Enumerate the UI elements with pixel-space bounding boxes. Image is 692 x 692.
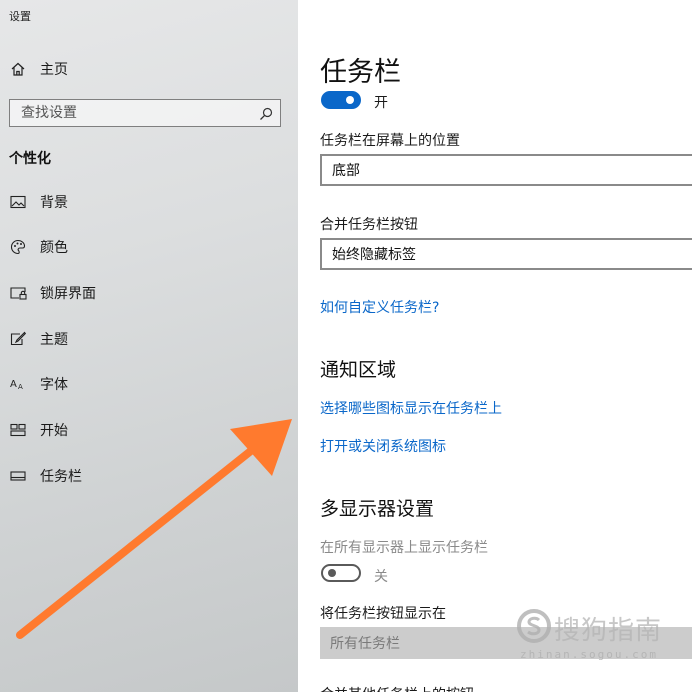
toggle-knob (346, 96, 354, 104)
start-icon (9, 421, 27, 439)
sidebar-item-label: 字体 (40, 377, 68, 393)
sidebar-item-start[interactable]: 开始 (0, 412, 298, 448)
select-icons-link[interactable]: 选择哪些图标显示在任务栏上 (320, 398, 502, 418)
sidebar-item-label: 开始 (40, 423, 68, 439)
sidebar-item-label: 锁屏界面 (40, 286, 96, 302)
main-content: 任务栏 开 任务栏在屏幕上的位置 底部 合并任务栏按钮 始终隐藏标签 如何自定义… (298, 0, 692, 692)
svg-text:A: A (18, 383, 23, 391)
nav-home-label: 主页 (40, 62, 68, 78)
lock-screen-icon (9, 284, 27, 302)
sidebar-item-label: 颜色 (40, 240, 68, 256)
search-icon[interactable] (259, 106, 273, 125)
notification-heading: 通知区域 (320, 359, 397, 381)
toggle-knob (328, 569, 336, 577)
theme-icon (9, 330, 27, 348)
customize-taskbar-link[interactable]: 如何自定义任务栏? (320, 297, 439, 317)
combine-dropdown[interactable]: 始终隐藏标签 (320, 238, 692, 270)
sidebar-item-label: 背景 (40, 195, 68, 211)
combine-value: 始终隐藏标签 (332, 247, 416, 263)
section-title: 个性化 (9, 151, 51, 167)
lock-taskbar-state: 开 (374, 95, 388, 111)
font-icon: AA (9, 375, 27, 393)
search-input[interactable] (10, 100, 261, 126)
position-dropdown[interactable]: 底部 (320, 154, 692, 186)
sidebar-item-background[interactable]: 背景 (0, 184, 298, 220)
combine-label: 合并任务栏按钮 (320, 217, 418, 233)
page-title: 任务栏 (320, 57, 401, 88)
buttons-show-value: 所有任务栏 (330, 636, 400, 652)
show-all-displays-toggle[interactable] (321, 564, 361, 582)
nav-home[interactable]: 主页 (0, 51, 298, 87)
buttons-show-dropdown[interactable]: 所有任务栏 (320, 627, 692, 659)
lock-taskbar-toggle[interactable] (321, 91, 361, 109)
multi-display-heading: 多显示器设置 (320, 498, 435, 520)
picture-icon (9, 193, 27, 211)
show-all-displays-label: 在所有显示器上显示任务栏 (320, 540, 488, 556)
sidebar-item-taskbar[interactable]: 任务栏 (0, 458, 298, 494)
sidebar: 设置 主页 个性化 背景 颜色 锁屏界面 主题 (0, 0, 298, 692)
show-all-displays-state: 关 (374, 569, 388, 585)
home-icon (9, 60, 27, 78)
svg-text:A: A (10, 379, 17, 390)
position-value: 底部 (332, 163, 360, 179)
taskbar-icon (9, 467, 27, 485)
system-icons-link[interactable]: 打开或关闭系统图标 (320, 436, 446, 456)
palette-icon (9, 238, 27, 256)
sidebar-item-themes[interactable]: 主题 (0, 321, 298, 357)
sidebar-item-lock-screen[interactable]: 锁屏界面 (0, 275, 298, 311)
buttons-show-label: 将任务栏按钮显示在 (320, 606, 446, 622)
sidebar-item-colors[interactable]: 颜色 (0, 229, 298, 265)
sidebar-item-label: 任务栏 (40, 469, 82, 485)
sidebar-item-label: 主题 (40, 332, 68, 348)
sidebar-item-fonts[interactable]: AA 字体 (0, 366, 298, 402)
search-box[interactable] (9, 99, 281, 127)
combine-other-label: 合并其他任务栏上的按钮 (320, 684, 474, 692)
window-title: 设置 (9, 10, 31, 23)
position-label: 任务栏在屏幕上的位置 (320, 133, 460, 149)
